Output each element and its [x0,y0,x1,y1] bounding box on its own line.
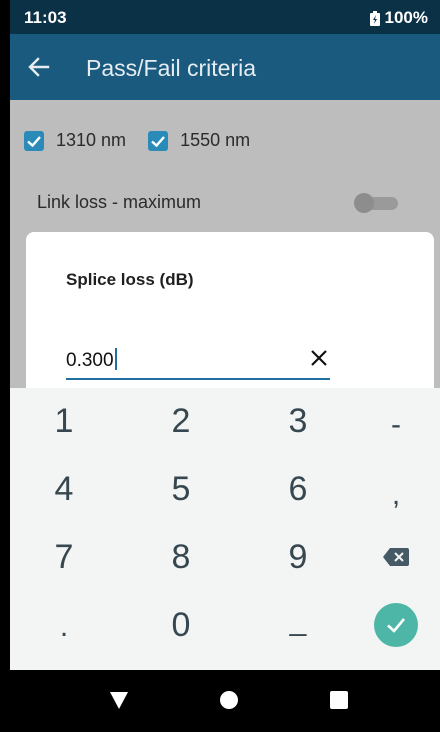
key-dot[interactable]: . [10,594,118,660]
system-nav-bar [10,670,440,732]
battery-status: 100% [369,8,428,28]
numeric-keypad: 1 2 3 - 4 5 6 , 7 8 9 . 0 _ [10,388,440,670]
backspace-icon [383,548,409,566]
dialog-title: Splice loss (dB) [66,270,194,289]
nav-home-icon[interactable] [218,689,240,711]
key-4[interactable]: 4 [10,456,118,522]
wavelength-checkboxes: 1310 nm 1550 nm [24,130,272,151]
battery-icon [369,10,380,26]
key-comma[interactable]: , [352,462,440,528]
app-bar: Pass/Fail criteria [10,34,440,100]
check-icon [24,130,44,151]
key-0[interactable]: 0 [127,592,235,658]
nav-recents-icon[interactable] [328,689,350,711]
key-7[interactable]: 7 [10,524,118,590]
toggle-thumb [354,193,374,213]
check-icon [148,130,169,151]
key-9[interactable]: 9 [244,524,352,590]
key-2[interactable]: 2 [127,388,235,454]
enter-check-icon [374,603,418,647]
page-title: Pass/Fail criteria [86,55,256,81]
status-time: 11:03 [24,8,67,27]
key-8[interactable]: 8 [127,524,235,590]
checkbox-1550[interactable]: 1550 nm [148,130,250,151]
splice-loss-input[interactable]: 0.300 [66,342,330,380]
key-enter[interactable] [352,592,440,658]
checkbox-1310[interactable]: 1310 nm [24,130,126,151]
key-1[interactable]: 1 [10,388,118,454]
device-screen: 11:03 100% Pass/Fail criteria 1310 nm 15… [10,0,440,732]
input-value: 0.300 [66,348,117,372]
key-5[interactable]: 5 [127,456,235,522]
back-arrow-icon[interactable] [26,54,52,80]
splice-loss-dialog: Splice loss (dB) 0.300 [26,232,434,412]
status-bar: 11:03 100% [10,0,440,34]
checkbox-label: 1550 nm [180,130,251,150]
battery-percent: 100% [384,8,428,27]
checkbox-label: 1310 nm [56,130,127,150]
key-underscore[interactable]: _ [244,588,352,654]
key-3[interactable]: 3 [244,388,352,454]
nav-back-icon[interactable] [108,689,130,711]
link-loss-toggle[interactable] [354,193,400,213]
link-loss-label: Link loss - maximum [37,192,202,212]
key-backspace[interactable] [352,524,440,590]
text-caret [114,348,117,370]
key-6[interactable]: 6 [244,456,352,522]
key-minus[interactable]: - [352,392,440,458]
clear-icon[interactable] [310,349,328,367]
